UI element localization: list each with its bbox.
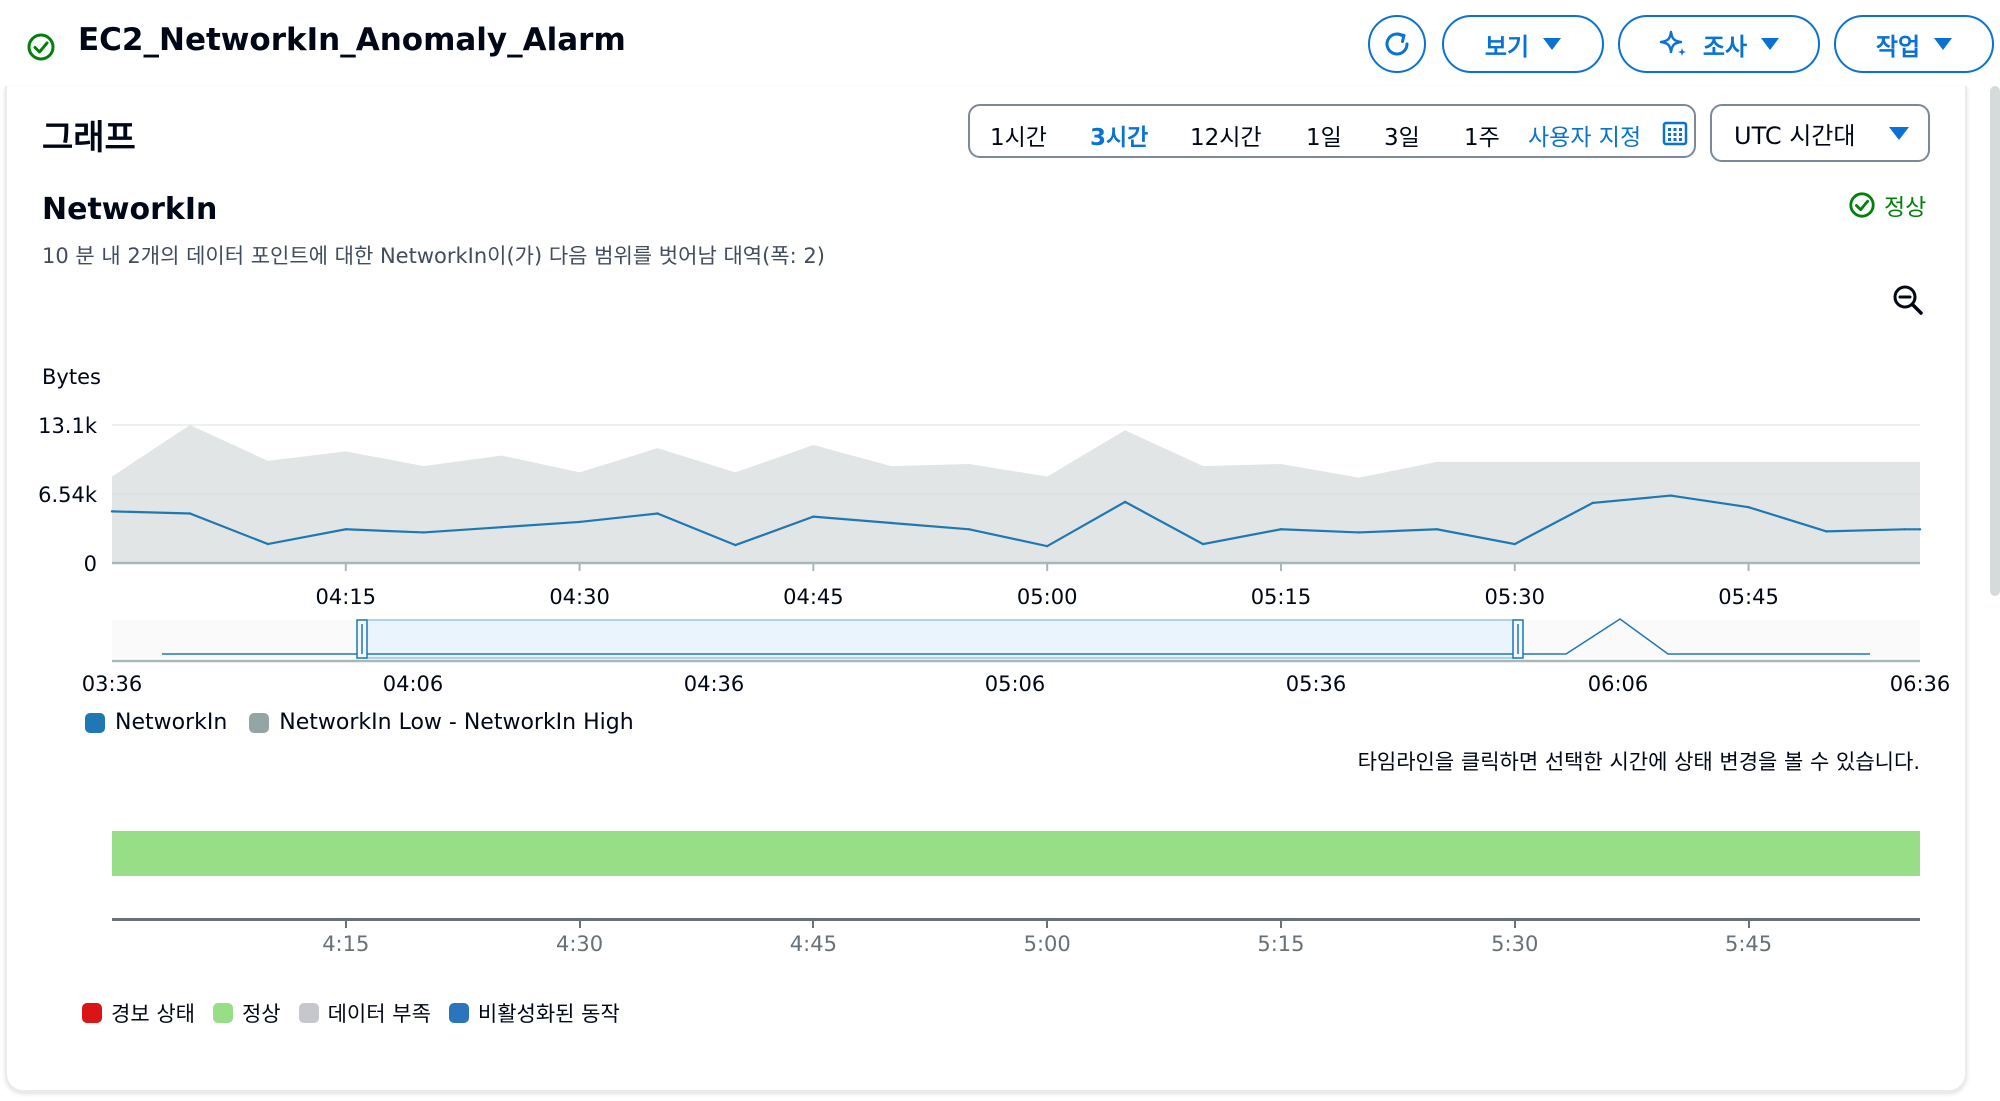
networkin-data-point — [266, 542, 270, 546]
networkin-data-point — [734, 543, 737, 547]
networkin-data-point — [1435, 528, 1439, 531]
legend-swatch — [298, 1003, 319, 1023]
legend-insufficient-data: 데이터 부족 — [298, 998, 431, 1028]
legend-swatch — [448, 1003, 469, 1023]
networkin-data-point — [188, 512, 192, 515]
state-timeline-bar[interactable] — [112, 831, 1920, 876]
networkin-data-point — [1123, 500, 1127, 504]
networkin-data-point — [1357, 531, 1361, 534]
networkin-data-point — [500, 525, 503, 529]
navigator-tick-label: 03:36 — [82, 672, 143, 696]
legend-ok: 정상 — [212, 998, 281, 1028]
timeline-axis — [112, 918, 1920, 921]
page-scrollbar[interactable] — [1990, 86, 2000, 596]
networkin-data-point — [1591, 501, 1594, 505]
x-tick-label: 04:45 — [783, 585, 844, 609]
timeline-tick-label: 4:45 — [789, 932, 837, 956]
navigator-tick-label: 06:06 — [1588, 672, 1649, 696]
legend-swatch — [82, 1003, 102, 1023]
x-tick-label: 05:00 — [1017, 585, 1078, 609]
legend-label-networkin[interactable]: NetworkIn — [115, 710, 227, 735]
navigator-tick-label: 05:06 — [985, 672, 1046, 696]
networkin-data-point — [1918, 528, 1922, 531]
networkin-data-point — [1513, 542, 1516, 546]
navigator-tick-label: 04:36 — [684, 672, 745, 696]
networkin-chart[interactable]: Bytes 13.1k 6.54k 0 04:15 04:30 04:45 05:00 05:… — [0, 0, 2000, 1101]
navigator-tick-label: 05:36 — [1286, 672, 1347, 696]
x-tick-label: 05:45 — [1718, 585, 1779, 609]
legend-swatch-networkin — [85, 712, 105, 733]
x-tick-label: 04:15 — [316, 585, 377, 609]
legend-swatch — [212, 1003, 233, 1023]
networkin-data-point — [1279, 528, 1283, 531]
networkin-data-point — [1045, 544, 1049, 548]
timeline-tick-label: 5:15 — [1257, 932, 1305, 956]
legend-swatch-band — [249, 712, 270, 733]
legend-label: 정상 — [241, 1002, 281, 1026]
networkin-data-point — [890, 521, 893, 525]
networkin-data-point — [110, 510, 114, 513]
timeline-tick-mark — [1513, 918, 1516, 928]
timeline-tick-mark — [578, 918, 581, 928]
y-axis-label: Bytes — [42, 365, 101, 389]
networkin-data-point — [422, 531, 425, 534]
navigator-tick-label: 06:36 — [1890, 672, 1951, 696]
y-tick-label: 0 — [84, 552, 97, 576]
timeline-tick-label: 5:30 — [1491, 932, 1539, 956]
legend-label: 비활성화된 동작 — [477, 1002, 620, 1026]
networkin-data-point — [1903, 528, 1906, 531]
state-legend: 경보 상태 정상 데이터 부족 비활성화된 동작 — [82, 998, 638, 1028]
timeline-tick-label: 4:15 — [322, 932, 370, 956]
legend-disabled-actions: 비활성화된 동작 — [448, 998, 620, 1028]
networkin-data-point — [968, 528, 971, 531]
navigator-selection — [361, 619, 1519, 659]
networkin-data-point — [1747, 505, 1750, 509]
networkin-data-point — [1669, 494, 1672, 497]
timeline-tick-mark — [1747, 918, 1750, 928]
legend-label: 경보 상태 — [111, 1002, 195, 1026]
y-tick-label: 13.1k — [38, 414, 98, 438]
networkin-data-point — [656, 512, 659, 515]
x-tick-label: 05:15 — [1251, 585, 1312, 609]
chart-legend: NetworkIn NetworkIn Low - NetworkIn High — [85, 710, 634, 735]
networkin-data-point — [812, 515, 815, 518]
networkin-data-point — [1825, 530, 1828, 533]
timeline-tick-mark — [1046, 918, 1049, 928]
timeline-tick-mark — [812, 918, 815, 928]
networkin-data-point — [1201, 542, 1205, 546]
timeline-tick-mark — [344, 918, 347, 928]
x-tick-label: 05:30 — [1484, 585, 1545, 609]
y-tick-label: 6.54k — [38, 483, 98, 507]
timeline-tick-label: 5:45 — [1724, 932, 1773, 956]
legend-label-band[interactable]: NetworkIn Low - NetworkIn High — [279, 710, 633, 735]
legend-label: 데이터 부족 — [327, 1002, 431, 1026]
timeline-hint: 타임라인을 클릭하면 선택한 시간에 상태 변경을 볼 수 있습니다. — [1357, 750, 1920, 774]
legend-alarm: 경보 상태 — [82, 998, 195, 1028]
timeline-tick-label: 4:30 — [555, 932, 604, 956]
navigator-tick-label: 04:06 — [383, 672, 444, 696]
timeline-tick-mark — [1279, 918, 1282, 928]
x-tick-label: 04:30 — [549, 585, 610, 609]
anomaly-band — [112, 425, 1920, 563]
networkin-data-point — [344, 528, 347, 531]
networkin-data-point — [578, 520, 581, 524]
timeline-tick-label: 5:00 — [1023, 932, 1071, 956]
